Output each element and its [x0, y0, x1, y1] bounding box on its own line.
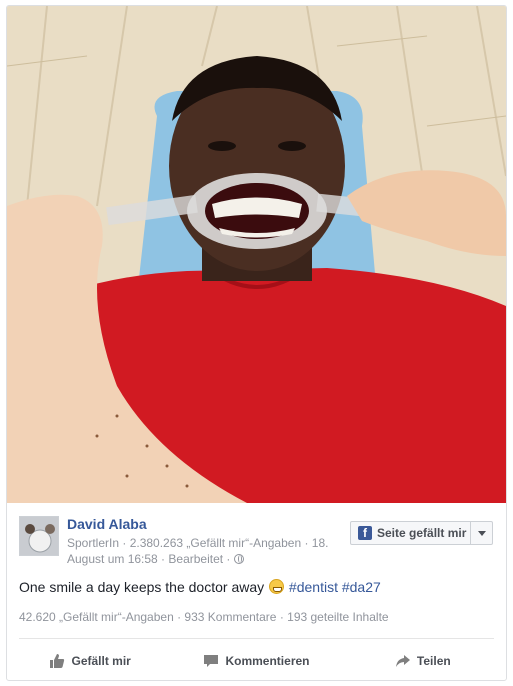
chevron-down-icon: [477, 530, 486, 536]
like-button-label: Gefällt mir: [71, 654, 131, 668]
grinning-face-icon: [269, 579, 285, 594]
hashtag-dentist[interactable]: #dentist: [289, 579, 338, 595]
hashtag-da27[interactable]: #da27: [342, 579, 381, 595]
page-name-link[interactable]: David Alaba: [67, 516, 147, 532]
avatar-image: [20, 517, 58, 555]
like-button[interactable]: Gefällt mir: [7, 642, 173, 680]
share-button[interactable]: Teilen: [340, 642, 506, 680]
avatar[interactable]: [19, 516, 59, 556]
thumbs-up-icon: [50, 654, 65, 668]
post-photo[interactable]: [7, 6, 506, 503]
shares-count[interactable]: 193 geteilte Inhalte: [287, 610, 388, 624]
globe-icon: [233, 554, 244, 564]
comments-count[interactable]: 933 Kommentare: [184, 610, 276, 624]
post-meta-text: SportlerIn · 2.380.263 „Gefällt mir“-Ang…: [67, 536, 329, 566]
comment-bubble-icon: [204, 655, 219, 667]
caption-text: One smile a day keeps the doctor away: [19, 579, 265, 595]
post-caption: One smile a day keeps the doctor away #d…: [19, 579, 381, 595]
post-meta: SportlerIn · 2.380.263 „Gefällt mir“-Ang…: [67, 535, 342, 567]
like-page-button[interactable]: f Seite gefällt mir: [350, 521, 493, 545]
divider: [19, 638, 494, 639]
comment-button-label: Kommentieren: [225, 654, 310, 668]
post-actions: Gefällt mir Kommentieren Teilen: [7, 642, 506, 680]
facebook-icon: f: [358, 526, 372, 540]
dentist-selfie-image: [7, 6, 506, 503]
likes-count[interactable]: 42.620 „Gefällt mir“-Angaben: [19, 610, 174, 624]
like-page-label: Seite gefällt mir: [377, 526, 467, 540]
like-page-main[interactable]: f Seite gefällt mir: [351, 522, 470, 544]
comment-button[interactable]: Kommentieren: [173, 642, 339, 680]
post-header: David Alaba SportlerIn · 2.380.263 „Gefä…: [7, 503, 506, 573]
share-arrow-icon: [395, 655, 410, 667]
like-page-dropdown[interactable]: [470, 522, 492, 544]
share-button-label: Teilen: [416, 654, 451, 668]
facebook-post: David Alaba SportlerIn · 2.380.263 „Gefä…: [6, 5, 507, 681]
post-stats: 42.620 „Gefällt mir“-Angaben · 933 Komme…: [19, 610, 389, 624]
